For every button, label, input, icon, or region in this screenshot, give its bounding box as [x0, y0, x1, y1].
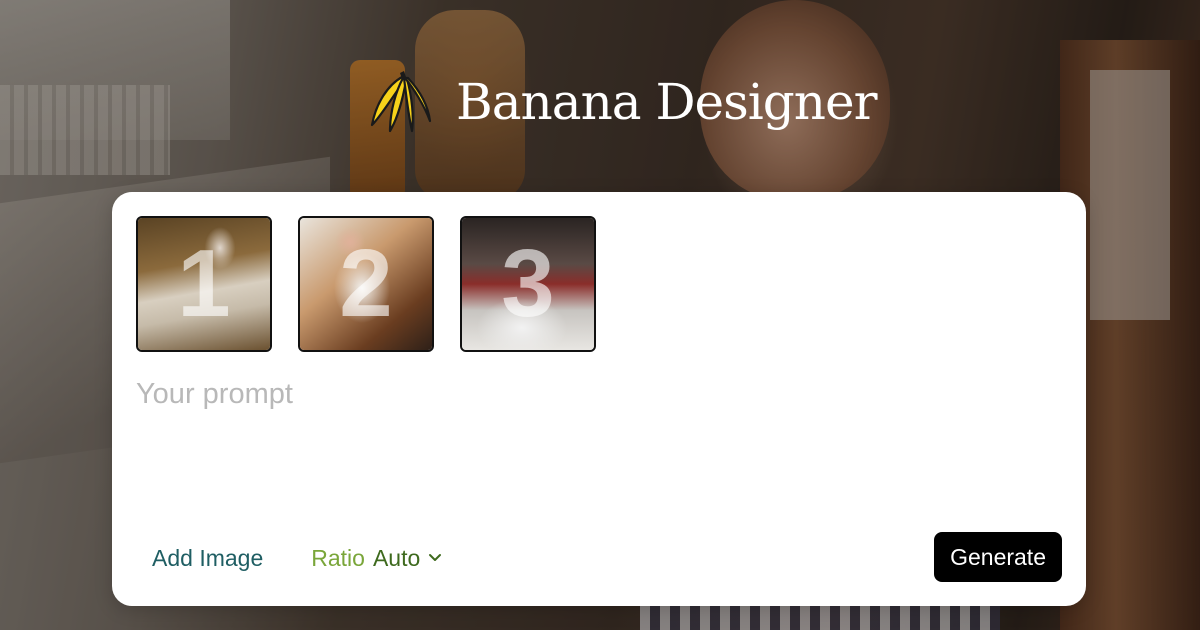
- reference-image-index: 1: [177, 230, 231, 337]
- banana-bunch-icon: [370, 71, 432, 133]
- reference-image-thumbnail[interactable]: 1: [136, 216, 272, 352]
- page: Banana Designer 1 2 3 Add Image Ratio Au…: [0, 0, 1200, 630]
- generate-button[interactable]: Generate: [934, 532, 1062, 582]
- reference-image-thumbnail[interactable]: 3: [460, 216, 596, 352]
- add-image-button[interactable]: Add Image: [152, 545, 263, 572]
- generator-card: 1 2 3 Add Image Ratio Auto Generate: [112, 192, 1086, 606]
- reference-image-list: 1 2 3: [136, 216, 596, 352]
- reference-image-index: 3: [501, 230, 555, 337]
- ratio-dropdown[interactable]: Ratio Auto: [311, 545, 442, 572]
- action-bar: Add Image Ratio Auto: [152, 540, 442, 576]
- brand-name: Banana Designer: [456, 73, 877, 131]
- prompt-input[interactable]: [136, 378, 1056, 528]
- reference-image-thumbnail[interactable]: 2: [298, 216, 434, 352]
- brand: Banana Designer: [366, 66, 877, 138]
- reference-image-index: 2: [339, 230, 393, 337]
- ratio-value: Auto: [372, 544, 421, 571]
- ratio-label: Ratio: [311, 544, 365, 571]
- chevron-down-icon: [429, 554, 442, 561]
